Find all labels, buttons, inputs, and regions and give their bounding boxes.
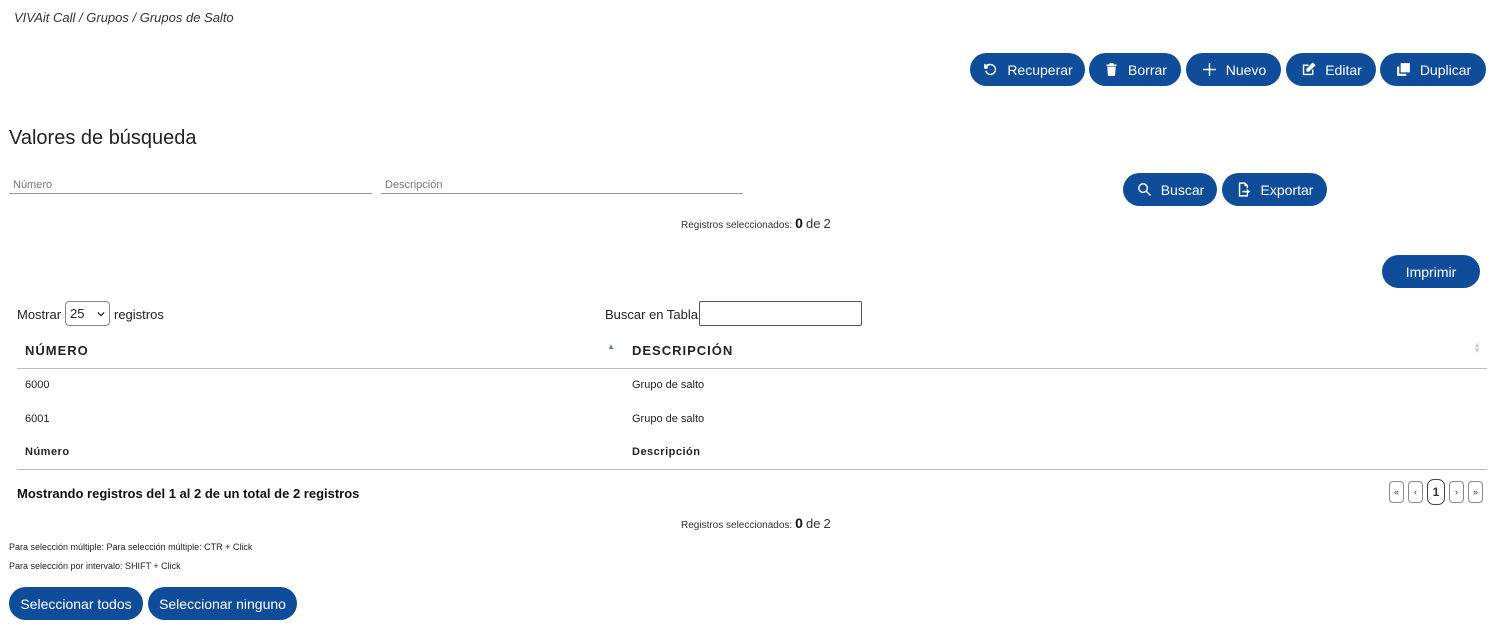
plus-icon bbox=[1202, 63, 1216, 76]
imprimir-button[interactable]: Imprimir bbox=[1382, 255, 1480, 288]
page-size-value: 25 bbox=[70, 306, 85, 321]
sort-both-icon: ▲ ▼ bbox=[1473, 340, 1482, 355]
selected-of: de bbox=[805, 516, 821, 531]
selected-count-top: Registros seleccionados: 0 de 2 bbox=[681, 215, 831, 231]
page-next-button[interactable]: › bbox=[1449, 481, 1464, 503]
copy-icon bbox=[1396, 63, 1410, 76]
borrar-button[interactable]: Borrar bbox=[1089, 53, 1181, 86]
chevron-down-icon bbox=[97, 311, 105, 316]
exportar-label: Exportar bbox=[1260, 181, 1314, 198]
descripcion-search-input[interactable] bbox=[381, 176, 743, 194]
nuevo-label: Nuevo bbox=[1225, 61, 1267, 78]
cell-numero: 6001 bbox=[25, 413, 50, 425]
multi-select-note: Para selección múltiple: Para selección … bbox=[9, 542, 253, 552]
select-none-label: Seleccionar ninguno bbox=[159, 595, 286, 612]
footer-descripcion: Descripción bbox=[624, 436, 1487, 470]
editar-button[interactable]: Editar bbox=[1286, 53, 1376, 86]
header-descripcion[interactable]: DESCRIPCIÓN ▲ ▼ bbox=[624, 334, 1487, 369]
page-first-button[interactable]: « bbox=[1389, 481, 1404, 503]
nuevo-button[interactable]: Nuevo bbox=[1186, 53, 1281, 86]
showing-info: Mostrando registros del 1 al 2 de un tot… bbox=[17, 486, 360, 501]
selected-count: 0 bbox=[795, 515, 803, 531]
data-table: NÚMERO ▲ DESCRIPCIÓN ▲ ▼ 6000 Grupo de sa… bbox=[17, 334, 1487, 470]
recuperar-button[interactable]: Recuperar bbox=[970, 53, 1085, 86]
recuperar-label: Recuperar bbox=[1007, 61, 1073, 78]
sort-asc-icon: ▲ bbox=[607, 342, 616, 351]
header-numero[interactable]: NÚMERO ▲ bbox=[17, 334, 624, 369]
buscar-label: Buscar bbox=[1160, 181, 1205, 198]
show-suffix: registros bbox=[114, 307, 164, 322]
range-select-note: Para selección por intervalo: SHIFT + Cl… bbox=[9, 561, 181, 571]
selected-total: 2 bbox=[823, 216, 831, 231]
duplicar-button[interactable]: Duplicar bbox=[1380, 53, 1486, 86]
selected-label: Registros seleccionados: bbox=[681, 520, 793, 531]
selected-total: 2 bbox=[823, 516, 831, 531]
exportar-button[interactable]: Exportar bbox=[1222, 173, 1327, 206]
table-row[interactable]: 6000 Grupo de salto bbox=[17, 368, 1487, 402]
search-section-title: Valores de búsqueda bbox=[9, 127, 197, 149]
page-last-button[interactable]: » bbox=[1468, 481, 1483, 503]
numero-search-input[interactable] bbox=[9, 176, 372, 194]
select-all-button[interactable]: Seleccionar todos bbox=[9, 587, 143, 620]
page-prev-button[interactable]: ‹ bbox=[1408, 481, 1423, 503]
cell-descripcion: Grupo de salto bbox=[632, 413, 705, 425]
header-numero-label: NÚMERO bbox=[25, 343, 89, 359]
select-all-label: Seleccionar todos bbox=[20, 595, 132, 612]
editar-label: Editar bbox=[1325, 61, 1362, 78]
search-icon bbox=[1137, 183, 1151, 197]
undo-icon bbox=[984, 63, 997, 76]
selected-label: Registros seleccionados: bbox=[681, 220, 793, 231]
borrar-label: Borrar bbox=[1128, 61, 1167, 78]
select-none-button[interactable]: Seleccionar ninguno bbox=[148, 587, 297, 620]
breadcrumb: VIVAit Call / Grupos / Grupos de Salto bbox=[14, 10, 234, 25]
footer-numero: Número bbox=[17, 436, 624, 470]
page-current-button[interactable]: 1 bbox=[1427, 479, 1445, 505]
imprimir-label: Imprimir bbox=[1405, 263, 1457, 280]
duplicar-label: Duplicar bbox=[1419, 61, 1472, 78]
selected-of: de bbox=[805, 216, 821, 231]
cell-descripcion: Grupo de salto bbox=[632, 379, 705, 392]
buscar-button[interactable]: Buscar bbox=[1123, 173, 1217, 206]
export-icon bbox=[1238, 182, 1250, 197]
trash-icon bbox=[1106, 63, 1117, 76]
pagination: « ‹ 1 › » bbox=[1389, 479, 1483, 505]
header-descripcion-label: DESCRIPCIÓN bbox=[632, 343, 734, 359]
selected-count-bottom: Registros seleccionados: 0 de 2 bbox=[681, 515, 831, 531]
page-size-select[interactable]: 25 bbox=[65, 301, 110, 326]
selected-count: 0 bbox=[795, 215, 803, 231]
cell-numero: 6000 bbox=[25, 379, 50, 392]
table-row[interactable]: 6001 Grupo de salto bbox=[17, 402, 1487, 436]
table-search-label: Buscar en Tabla: bbox=[605, 307, 702, 322]
table-search-input[interactable] bbox=[699, 301, 862, 326]
edit-icon bbox=[1303, 62, 1316, 76]
show-label: Mostrar bbox=[17, 307, 62, 322]
